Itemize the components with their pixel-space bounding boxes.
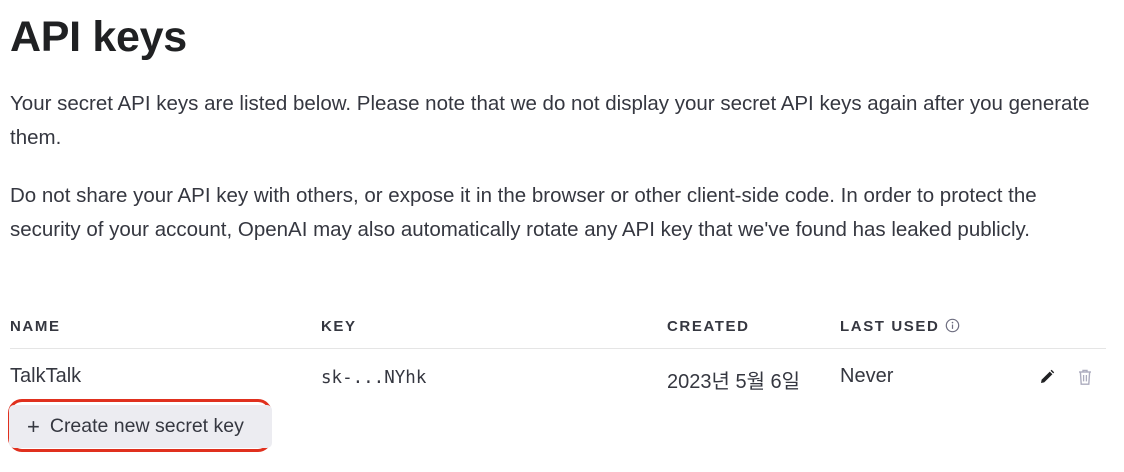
create-secret-key-button[interactable]: + Create new secret key	[9, 405, 272, 448]
key-name: TalkTalk	[10, 365, 82, 387]
header-last-used-label: LAST USED	[840, 318, 940, 335]
page-title: API keys	[10, 13, 187, 61]
intro-text: Your secret API keys are listed below. P…	[10, 92, 1090, 149]
header-name: NAME	[10, 318, 61, 335]
header-last-used: LAST USED	[840, 318, 960, 337]
api-keys-table: NAME KEY CREATED LAST USED TalkTalk sk-.…	[10, 308, 1106, 405]
header-key: KEY	[321, 318, 357, 335]
pencil-icon[interactable]	[1036, 366, 1058, 388]
row-actions	[1036, 366, 1096, 388]
key-created-date: 2023년 5월 6일	[667, 371, 801, 393]
trash-icon[interactable]	[1074, 366, 1096, 388]
key-value: sk-...NYhk	[321, 368, 427, 388]
info-icon[interactable]	[945, 318, 960, 337]
table-header: NAME KEY CREATED LAST USED	[10, 308, 1106, 349]
plus-icon: +	[27, 413, 40, 439]
header-created: CREATED	[667, 318, 750, 335]
security-warning-text: Do not share your API key with others, o…	[10, 184, 1037, 241]
key-last-used: Never	[840, 365, 894, 387]
table-row: TalkTalk sk-...NYhk 2023년 5월 6일 Never	[10, 349, 1106, 405]
create-secret-key-label: Create new secret key	[49, 415, 244, 437]
